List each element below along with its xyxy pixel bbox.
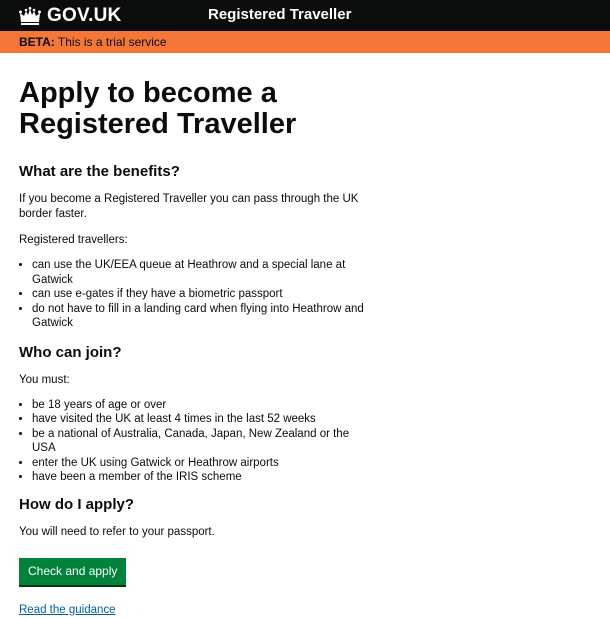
benefits-list: can use the UK/EEA queue at Heathrow and… (19, 258, 372, 331)
list-item: can use e-gates if they have a biometric… (32, 287, 372, 302)
section-heading-how-to-apply: How do I apply? (19, 495, 134, 513)
list-item: be 18 years of age or over (32, 398, 372, 413)
govuk-logo-link[interactable]: GOV.UK (19, 5, 121, 27)
list-item: have been a member of the IRIS scheme (32, 470, 372, 485)
beta-tag: BETA: (19, 35, 55, 49)
check-and-apply-button[interactable]: Check and apply (19, 557, 127, 585)
list-item: be a national of Australia, Canada, Japa… (32, 427, 372, 456)
beta-banner: BETA: This is a trial service (0, 31, 610, 53)
apply-text: You will need to refer to your passport. (19, 525, 215, 538)
section-heading-benefits: What are the benefits? (19, 163, 180, 180)
eligibility-list: be 18 years of age or over have visited … (19, 398, 372, 485)
read-guidance-link[interactable]: Read the guidance (19, 604, 116, 616)
list-item: enter the UK using Gatwick or Heathrow a… (32, 456, 372, 471)
section-heading-who-can-join: Who can join? (19, 343, 122, 361)
list-item: can use the UK/EEA queue at Heathrow and… (32, 258, 372, 287)
service-name[interactable]: Registered Traveller (208, 6, 351, 23)
benefits-intro: If you become a Registered Traveller you… (19, 193, 359, 220)
site-header: GOV.UK Registered Traveller (0, 0, 610, 31)
eligibility-lead: You must: (19, 373, 70, 386)
main-content: Apply to become a Registered Traveller W… (0, 53, 610, 618)
page-title: Apply to become a Registered Traveller (19, 77, 297, 140)
list-item: do not have to fill in a landing card wh… (32, 302, 372, 331)
beta-text: This is a trial service (57, 35, 167, 49)
logo-text: GOV.UK (47, 5, 122, 26)
list-item: have visited the UK at least 4 times in … (32, 412, 372, 427)
benefits-lead: Registered travellers: (19, 234, 128, 246)
crown-icon (19, 7, 41, 25)
